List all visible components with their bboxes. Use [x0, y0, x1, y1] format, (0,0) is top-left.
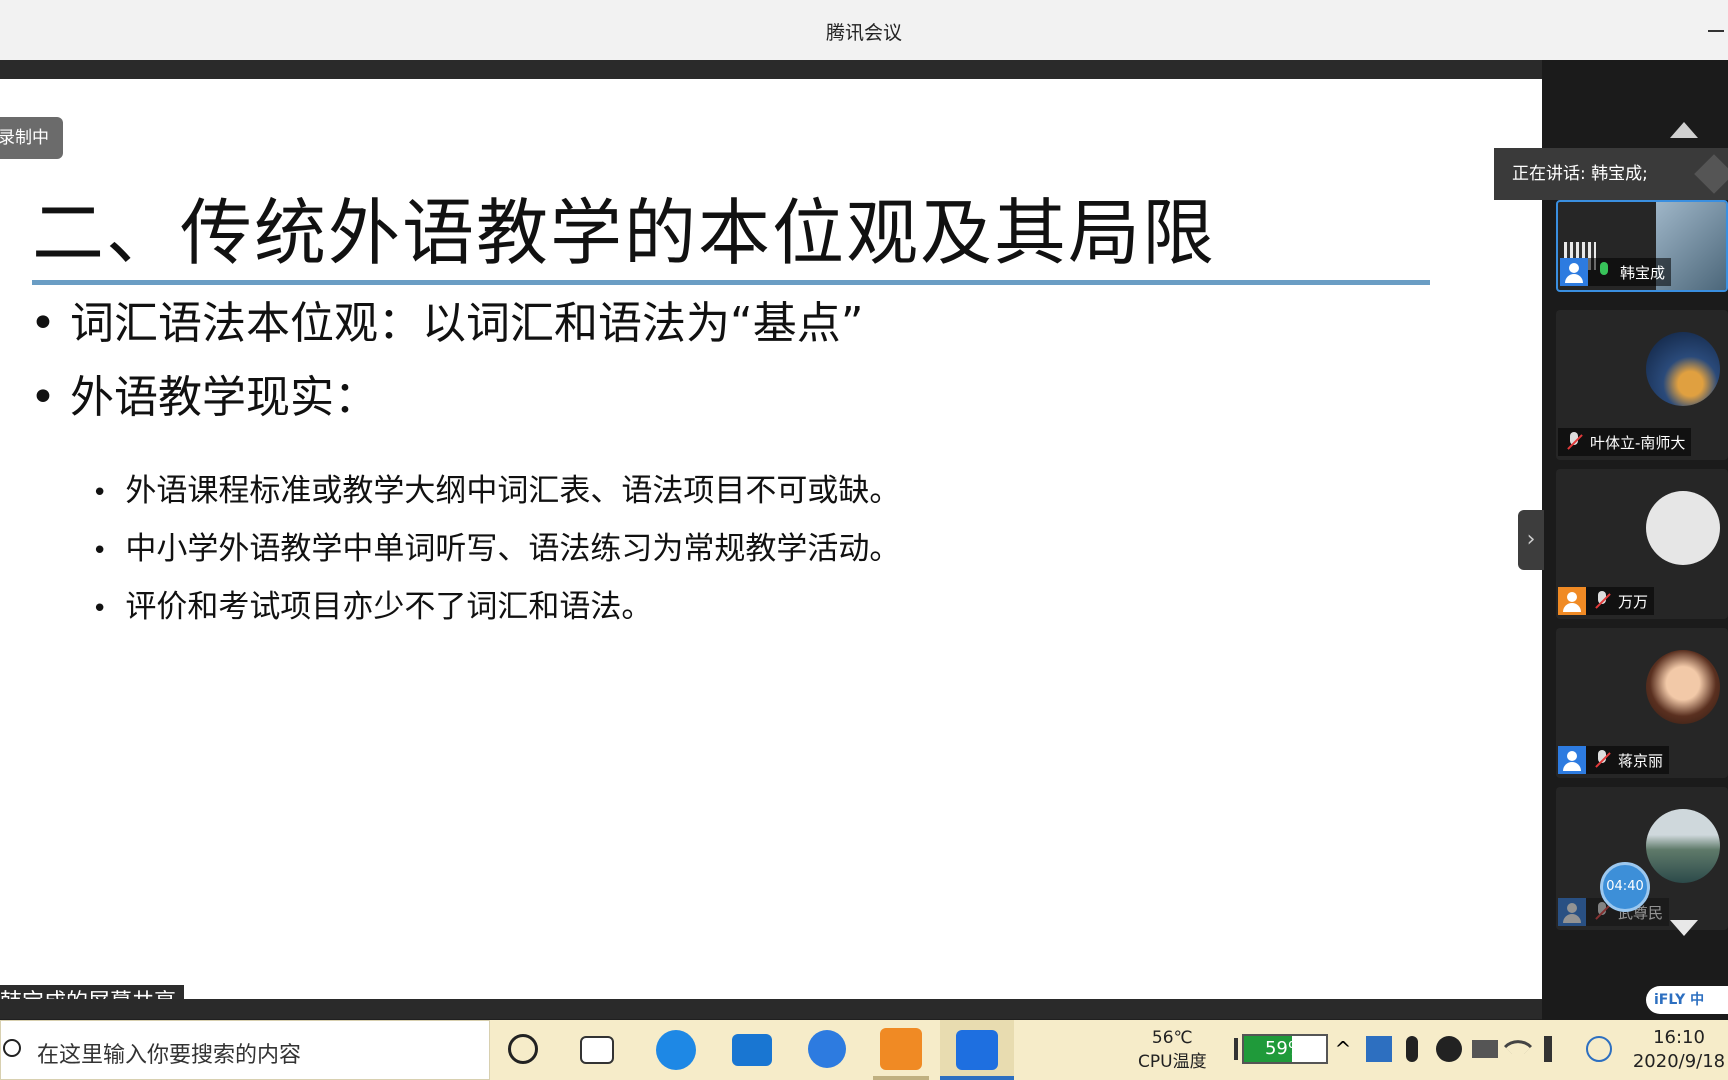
- title-rule: [32, 280, 1430, 285]
- search-placeholder: 在这里输入你要搜索的内容: [37, 1043, 302, 1068]
- meeting-timer: 04:40: [1600, 862, 1650, 912]
- scroll-up-icon[interactable]: [1670, 122, 1698, 138]
- mic-muted-icon: [1590, 748, 1614, 772]
- screen-share-label: 韩宝成的屏幕共享: [0, 985, 185, 999]
- bullet-text: 词汇语法本位观：以词汇和语法为“基点”: [69, 298, 864, 349]
- window-title: 腾讯会议: [825, 22, 902, 44]
- user-icon: [1560, 258, 1588, 286]
- mic-on-icon: [1592, 260, 1616, 284]
- chevron-right-icon: ›: [1526, 527, 1536, 552]
- name-tag: 万万: [1558, 587, 1655, 615]
- task-view-icon[interactable]: [580, 1036, 614, 1064]
- speaking-indicator: 正在讲话: 韩宝成;: [1494, 148, 1728, 200]
- qq-icon[interactable]: [1436, 1036, 1462, 1062]
- bullet: • 外语教学现实：: [30, 361, 378, 425]
- chevron-up-icon[interactable]: ^: [1330, 1036, 1356, 1062]
- slide-title: 二、传统外语教学的本位观及其局限: [32, 191, 1217, 275]
- cpu-temp-label: CPU温度: [1138, 1052, 1207, 1072]
- bullet: • 词汇语法本位观：以词汇和语法为“基点”: [30, 287, 864, 351]
- speaking-text: 正在讲话: 韩宝成;: [1512, 164, 1648, 184]
- participant-tile[interactable]: 武尊民: [1556, 787, 1728, 930]
- pin-icon[interactable]: [1694, 154, 1728, 194]
- user-icon: [1558, 898, 1586, 926]
- clock-time: 16:10: [1653, 1027, 1705, 1048]
- user-icon: [1558, 746, 1586, 774]
- sub-bullet-text: 外语课程标准或教学大纲中词汇表、语法项目不可或缺。: [125, 473, 901, 509]
- ifly-input-badge[interactable]: iFLY 中: [1646, 986, 1728, 1014]
- volume-icon[interactable]: [1544, 1036, 1564, 1062]
- bullet-text: 外语教学现实：: [69, 372, 378, 423]
- lenovo-app-icon[interactable]: [808, 1030, 846, 1068]
- mic-muted-icon: [1590, 589, 1614, 613]
- recording-label: 录制中: [0, 128, 49, 148]
- top-divider: [0, 60, 1543, 79]
- avatar: [1646, 809, 1720, 883]
- participant-name: 万万: [1618, 592, 1649, 611]
- minimize-button[interactable]: [1688, 18, 1728, 42]
- bullet-dot-icon: •: [30, 372, 56, 423]
- ifly-tray-icon[interactable]: [1586, 1036, 1612, 1062]
- battery-percent: 59%: [1264, 1038, 1305, 1059]
- user-icon: [1558, 587, 1586, 615]
- sub-bullet: • 中小学外语教学中单词听写、语法练习为常规教学活动。: [92, 523, 900, 568]
- shared-screen: 录制中 二、传统外语教学的本位观及其局限 • 词汇语法本位观：以词汇和语法为“基点…: [0, 79, 1542, 999]
- participant-tile[interactable]: 蒋京丽: [1556, 628, 1728, 778]
- name-tag: 韩宝成: [1560, 258, 1672, 286]
- search-icon: [3, 1039, 21, 1057]
- participant-tile[interactable]: 叶体立-南师大: [1556, 310, 1728, 460]
- participant-name: 韩宝成: [1620, 263, 1666, 282]
- power-plug-icon: [1234, 1038, 1238, 1060]
- cpu-temp-widget[interactable]: 56℃ CPU温度: [1138, 1026, 1207, 1074]
- edge-icon[interactable]: [656, 1030, 696, 1070]
- sub-bullet: • 外语课程标准或教学大纲中词汇表、语法项目不可或缺。: [92, 465, 900, 510]
- participant-name: 蒋京丽: [1618, 751, 1664, 770]
- default-avatar-icon: [1646, 491, 1720, 565]
- sub-bullet-text: 评价和考试项目亦少不了词汇和语法。: [125, 589, 653, 625]
- clock-date: 2020/9/18: [1632, 1051, 1726, 1072]
- mic-muted-icon: [1562, 430, 1586, 454]
- bullet-dot-icon: •: [92, 478, 108, 508]
- avatar: [1646, 332, 1720, 406]
- ime-tray-icon[interactable]: [1366, 1036, 1392, 1062]
- scroll-down-icon[interactable]: [1670, 920, 1698, 936]
- bottom-divider: [0, 999, 1542, 1019]
- tencent-meeting-icon: [956, 1030, 998, 1070]
- pdf-reader-icon[interactable]: [880, 1028, 922, 1070]
- recording-badge: 录制中: [0, 117, 63, 159]
- microphone-icon[interactable]: [1406, 1036, 1418, 1062]
- bullet-dot-icon: •: [92, 594, 108, 624]
- participant-tile[interactable]: 韩宝成: [1556, 200, 1728, 292]
- bullet-dot-icon: •: [92, 536, 108, 566]
- cortana-icon[interactable]: [508, 1034, 538, 1064]
- sub-bullet: • 评价和考试项目亦少不了词汇和语法。: [92, 581, 652, 626]
- avatar: [1646, 650, 1720, 724]
- wifi-icon[interactable]: [1503, 1031, 1533, 1061]
- mail-icon[interactable]: [732, 1034, 772, 1066]
- title-bar: 腾讯会议: [0, 0, 1728, 60]
- battery-indicator[interactable]: 59%: [1242, 1034, 1328, 1064]
- name-tag: 叶体立-南师大: [1558, 428, 1692, 456]
- sub-bullet-text: 中小学外语教学中单词听写、语法练习为常规教学活动。: [125, 531, 901, 567]
- participant-name: 叶体立-南师大: [1590, 433, 1686, 452]
- participant-tile[interactable]: 万万: [1556, 469, 1728, 619]
- taskbar-search[interactable]: 在这里输入你要搜索的内容: [0, 1020, 490, 1080]
- collapse-panel-button[interactable]: ›: [1518, 510, 1544, 570]
- tencent-meeting-task[interactable]: [940, 1020, 1014, 1080]
- taskbar: 在这里输入你要搜索的内容 56℃ CPU温度 59% ^ 16:10 2020/…: [0, 1020, 1728, 1080]
- taskbar-clock[interactable]: 16:10 2020/9/18: [1630, 1026, 1728, 1074]
- battery-tray-icon[interactable]: [1472, 1040, 1498, 1058]
- cpu-temp-value: 56℃: [1151, 1028, 1193, 1048]
- name-tag: 蒋京丽: [1558, 746, 1670, 774]
- bullet-dot-icon: •: [30, 298, 56, 349]
- running-indicator: [873, 1076, 929, 1080]
